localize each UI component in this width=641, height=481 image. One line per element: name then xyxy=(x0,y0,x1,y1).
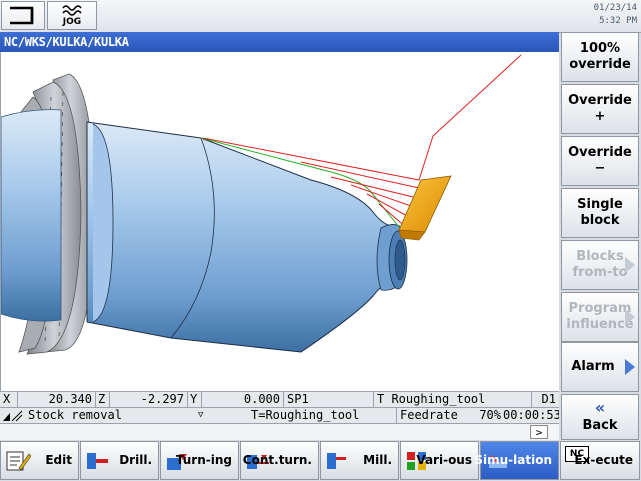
drill-icon xyxy=(87,453,108,469)
softkey-label: Turn-ing xyxy=(176,442,232,479)
softkey-label-line2: ous xyxy=(448,453,472,467)
dropdown-arrow-icon[interactable]: ▽ xyxy=(198,408,203,423)
jog-mode-button[interactable]: JOG xyxy=(47,1,97,30)
softkey-label-line2: ecute xyxy=(595,453,633,467)
softkey-label: Override xyxy=(568,93,632,108)
submenu-arrow-icon xyxy=(625,359,635,375)
softkey-label-line1: Ex- xyxy=(574,453,596,467)
workpiece xyxy=(86,121,408,353)
scroll-row: > xyxy=(0,423,559,440)
mode-label: JOG xyxy=(62,17,82,27)
program-influence-button[interactable]: Program influence xyxy=(561,292,639,342)
simulation-viewport[interactable] xyxy=(0,52,559,391)
softkey-label: Blocks xyxy=(576,249,624,264)
d-number: D1 xyxy=(541,392,556,406)
submenu-arrow-icon xyxy=(625,309,635,325)
softkey-label: Program xyxy=(568,301,632,316)
y-label: Y xyxy=(188,392,202,407)
softkey-label: Override xyxy=(568,145,632,160)
contour-turning-button[interactable]: Cont. turn. xyxy=(240,441,319,480)
softkey-label-line2: ing xyxy=(210,453,232,467)
cycle-name: Stock removal xyxy=(28,408,122,422)
various-button[interactable]: Vari-ous xyxy=(400,441,479,480)
softkey-label: Vari-ous xyxy=(416,442,472,479)
softkey-label-line1: Cont. xyxy=(242,453,279,467)
menu-select-button[interactable] xyxy=(1,1,45,30)
simulation-graphic xyxy=(1,54,522,355)
softkey-label: Back xyxy=(582,418,618,433)
softkey-label-line2: lation xyxy=(513,453,552,467)
cycle-cell: Stock removal ▽ xyxy=(0,408,215,423)
tool-name: T Roughing_tool xyxy=(374,392,532,407)
blocks-from-to-button[interactable]: Blocks from-to xyxy=(561,240,639,290)
softkey-label: influence xyxy=(566,317,634,332)
milling-icon xyxy=(327,453,346,469)
softkey-label: Edit xyxy=(45,453,72,467)
softkey-label: from-to xyxy=(572,265,628,280)
x-label: X xyxy=(0,392,18,407)
x-value: 20.340 xyxy=(18,392,96,407)
softkey-label-line2: turn. xyxy=(278,453,312,467)
stock-removal-icon xyxy=(3,410,23,422)
execute-button[interactable]: NC Ex-ecute xyxy=(560,441,640,480)
z-value: -2.297 xyxy=(110,392,188,407)
softkey-label: 100% xyxy=(579,41,621,56)
spindle-label: SP1 xyxy=(284,392,374,407)
time: 5:32 PM xyxy=(599,16,637,26)
datetime: 01/23/14 5:32 PM xyxy=(594,2,637,28)
single-block-button[interactable]: Single block xyxy=(561,188,639,238)
edit-icon xyxy=(6,451,31,471)
softkey-label: Drill. xyxy=(119,453,152,467)
date: 01/23/14 xyxy=(593,3,637,13)
softkey-label: Alarm xyxy=(571,359,615,374)
turning-button[interactable]: Turn-ing xyxy=(160,441,239,480)
softkey-label: Ex-ecute xyxy=(574,442,633,479)
softkey-label: − xyxy=(594,161,606,176)
cycle-row: Stock removal ▽ T=Roughing_tool Feedrate… xyxy=(0,407,559,423)
drilling-button[interactable]: Drill. xyxy=(80,441,159,480)
softkey-label: block xyxy=(580,213,620,228)
scroll-right-button[interactable]: > xyxy=(530,425,548,439)
y-value: 0.000 xyxy=(202,392,284,407)
softkey-label: Cont. turn. xyxy=(243,442,312,479)
softkey-label: Single xyxy=(577,197,623,212)
softkey-label: Mill. xyxy=(363,453,392,467)
menu-select-icon xyxy=(10,6,34,25)
submenu-arrow-icon xyxy=(625,257,635,273)
position-row: X 20.340 Z -2.297 Y 0.000 SP1 T Roughing… xyxy=(0,391,559,407)
z-label: Z xyxy=(96,392,110,407)
feed-percent: 70% xyxy=(479,408,501,422)
tool-active: T=Roughing_tool xyxy=(251,408,360,422)
simulation-button[interactable]: Simu-lation xyxy=(474,441,559,480)
back-button[interactable]: «Back xyxy=(561,394,639,440)
override-minus-button[interactable]: Override − xyxy=(561,136,639,186)
softkey-label: override xyxy=(569,57,631,72)
edit-button[interactable]: Edit xyxy=(0,441,79,480)
feedrate-label: Feedrate xyxy=(396,408,474,423)
softkey-label: + xyxy=(594,109,606,124)
softkey-label-line1: Simu- xyxy=(474,453,514,467)
override-plus-button[interactable]: Override + xyxy=(561,84,639,134)
alarm-button[interactable]: Alarm xyxy=(561,342,639,392)
override-100-button[interactable]: 100% override xyxy=(561,32,639,82)
softkey-label-line1: Vari- xyxy=(416,453,449,467)
top-bar: JOG 01/23/14 5:32 PM xyxy=(0,0,641,33)
softkey-label: Simu-lation xyxy=(474,442,552,479)
program-path-title: NC/WKS/KULKA/KULKA xyxy=(0,32,559,52)
softkey-label-line1: Turn- xyxy=(175,453,211,467)
run-time: 00:00:53 xyxy=(503,408,559,422)
milling-button[interactable]: Mill. xyxy=(320,441,399,480)
back-arrow-icon: « xyxy=(594,398,606,417)
